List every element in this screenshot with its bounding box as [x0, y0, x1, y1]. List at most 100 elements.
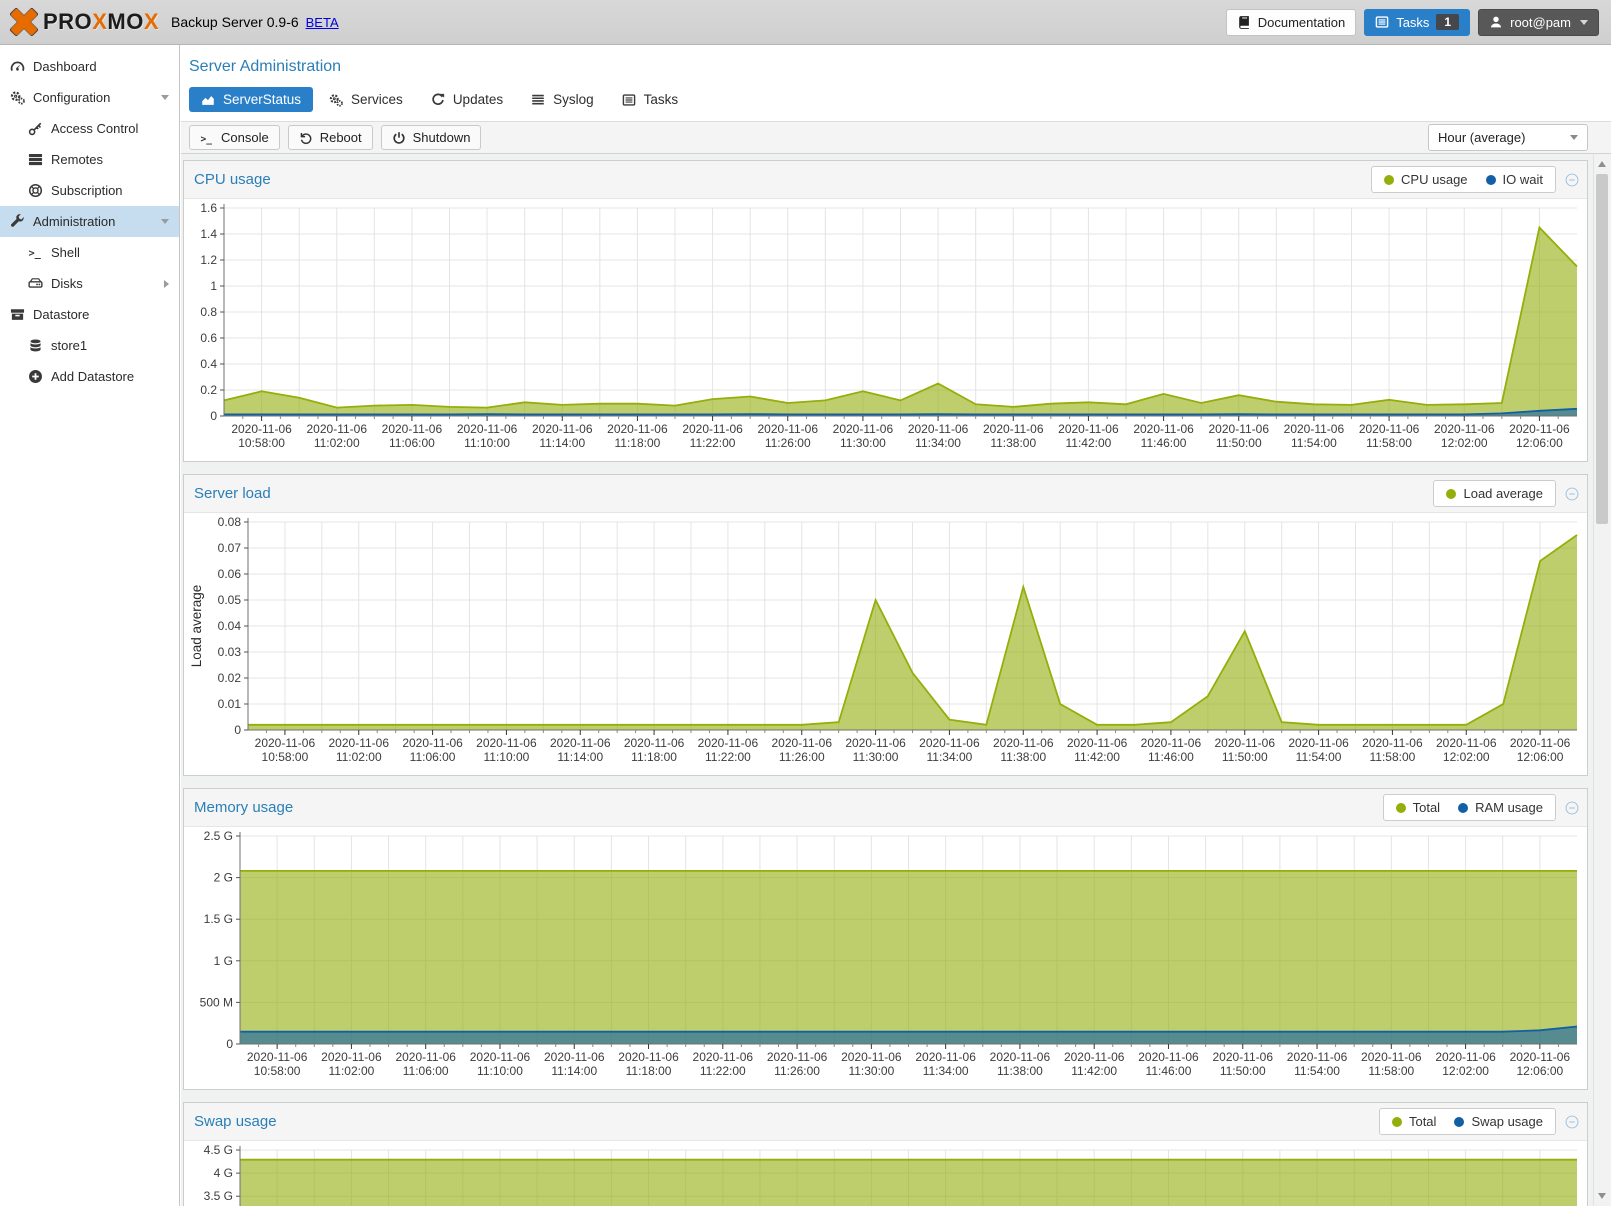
charts-scroll-area: CPU usageCPU usageIO wait00.20.40.60.811… — [181, 154, 1611, 1206]
legend-label: Total — [1409, 1114, 1436, 1129]
svg-text:11:22:00: 11:22:00 — [690, 436, 736, 450]
svg-text:2020-11-06: 2020-11-06 — [772, 736, 833, 750]
svg-text:11:02:00: 11:02:00 — [336, 750, 382, 764]
svg-text:2020-11-06: 2020-11-06 — [1064, 1050, 1125, 1064]
svg-text:0: 0 — [210, 409, 217, 423]
tab-label: Syslog — [553, 92, 594, 107]
svg-text:2020-11-06: 2020-11-06 — [1362, 736, 1423, 750]
tasks-button[interactable]: Tasks 1 — [1364, 9, 1470, 36]
svg-text:11:14:00: 11:14:00 — [539, 436, 585, 450]
tab-serverstatus[interactable]: ServerStatus — [189, 87, 313, 112]
svg-text:0: 0 — [226, 1037, 233, 1051]
tab-tasks[interactable]: Tasks — [610, 87, 691, 112]
svg-text:2020-11-06: 2020-11-06 — [476, 736, 537, 750]
sidebar-item-store1[interactable]: store1 — [0, 330, 179, 361]
sidebar-item-dashboard[interactable]: Dashboard — [0, 51, 179, 82]
task-list-icon — [1375, 15, 1389, 29]
hdd-icon — [28, 276, 43, 291]
tasks-label: Tasks — [1396, 15, 1429, 30]
svg-text:11:06:00: 11:06:00 — [410, 750, 456, 764]
legend-item-swap-usage: Swap usage — [1454, 1114, 1543, 1129]
tab-syslog[interactable]: Syslog — [519, 87, 606, 112]
panel-header: Swap usageTotalSwap usage — [184, 1103, 1587, 1141]
console-button[interactable]: >_ Console — [189, 125, 280, 150]
svg-text:2020-11-06: 2020-11-06 — [1284, 422, 1345, 436]
svg-text:1 G: 1 G — [214, 954, 233, 968]
sidebar-item-add-datastore[interactable]: Add Datastore — [0, 361, 179, 392]
svg-text:1.6: 1.6 — [200, 201, 217, 215]
svg-text:2020-11-06: 2020-11-06 — [1509, 422, 1570, 436]
legend-item-load-average: Load average — [1446, 486, 1543, 501]
svg-text:2020-11-06: 2020-11-06 — [1209, 422, 1270, 436]
collapse-panel-icon[interactable] — [1565, 173, 1579, 187]
sidebar-item-disks[interactable]: Disks — [0, 268, 179, 299]
documentation-button[interactable]: Documentation — [1226, 9, 1356, 36]
svg-text:11:10:00: 11:10:00 — [464, 436, 510, 450]
reboot-label: Reboot — [320, 130, 362, 145]
sidebar-item-subscription[interactable]: Subscription — [0, 175, 179, 206]
collapse-panel-icon[interactable] — [1565, 1115, 1579, 1129]
scroll-down-arrow[interactable] — [1594, 1188, 1610, 1204]
svg-text:11:14:00: 11:14:00 — [551, 1064, 597, 1078]
sidebar-item-shell[interactable]: >_Shell — [0, 237, 179, 268]
collapse-panel-icon[interactable] — [1565, 801, 1579, 815]
svg-text:11:18:00: 11:18:00 — [626, 1064, 672, 1078]
proxmox-x-icon — [8, 7, 40, 37]
shutdown-button[interactable]: Shutdown — [381, 125, 482, 150]
svg-text:2020-11-06: 2020-11-06 — [1510, 1050, 1571, 1064]
svg-text:11:30:00: 11:30:00 — [853, 750, 899, 764]
svg-text:11:38:00: 11:38:00 — [1000, 750, 1046, 764]
svg-text:2020-11-06: 2020-11-06 — [758, 422, 819, 436]
svg-text:2020-11-06: 2020-11-06 — [767, 1050, 828, 1064]
brand-wordmark: PROXMOX — [43, 9, 159, 35]
sidebar-nav: DashboardConfigurationAccess ControlRemo… — [0, 45, 180, 1206]
sidebar-item-administration[interactable]: Administration — [0, 206, 179, 237]
user-menu-button[interactable]: root@pam — [1478, 9, 1599, 36]
time-range-select[interactable]: Hour (average) — [1428, 124, 1588, 151]
svg-text:0.04: 0.04 — [218, 619, 242, 633]
svg-text:2020-11-06: 2020-11-06 — [1359, 422, 1420, 436]
chart-cpu-usage: 00.20.40.60.811.21.41.62020-11-0610:58:0… — [184, 199, 1587, 461]
svg-text:11:06:00: 11:06:00 — [403, 1064, 449, 1078]
svg-text:2020-11-06: 2020-11-06 — [833, 422, 894, 436]
svg-text:10:58:00: 10:58:00 — [254, 1064, 301, 1078]
chevron-down-icon — [161, 219, 169, 224]
vertical-scrollbar[interactable] — [1593, 154, 1611, 1206]
svg-text:2020-11-06: 2020-11-06 — [682, 422, 743, 436]
scrollbar-thumb[interactable] — [1596, 174, 1608, 524]
svg-text:11:02:00: 11:02:00 — [314, 436, 360, 450]
svg-text:11:18:00: 11:18:00 — [615, 436, 661, 450]
svg-text:2020-11-06: 2020-11-06 — [231, 422, 292, 436]
svg-text:2020-11-06: 2020-11-06 — [470, 1050, 531, 1064]
beta-link[interactable]: BETA — [306, 15, 339, 30]
legend-item-total: Total — [1392, 1114, 1436, 1129]
svg-text:12:02:00: 12:02:00 — [1442, 1064, 1489, 1078]
documentation-label: Documentation — [1258, 15, 1345, 30]
sidebar-item-label: Shell — [51, 245, 80, 260]
legend-item-io-wait: IO wait — [1486, 172, 1543, 187]
sidebar-item-configuration[interactable]: Configuration — [0, 82, 179, 113]
scroll-up-arrow[interactable] — [1594, 156, 1610, 172]
sidebar-item-remotes[interactable]: Remotes — [0, 144, 179, 175]
tasks-count-badge: 1 — [1436, 14, 1459, 30]
plus-icon — [28, 369, 43, 384]
brand-letter: MO — [107, 9, 143, 34]
reboot-button[interactable]: Reboot — [288, 125, 373, 150]
tab-services[interactable]: Services — [317, 87, 415, 112]
svg-text:2020-11-06: 2020-11-06 — [915, 1050, 976, 1064]
svg-text:11:58:00: 11:58:00 — [1366, 436, 1412, 450]
sidebar-item-access-control[interactable]: Access Control — [0, 113, 179, 144]
collapse-panel-icon[interactable] — [1565, 487, 1579, 501]
svg-text:11:26:00: 11:26:00 — [774, 1064, 820, 1078]
svg-text:11:50:00: 11:50:00 — [1220, 1064, 1266, 1078]
console-label: Console — [221, 130, 269, 145]
panel-header: Server loadLoad average — [184, 475, 1587, 513]
svg-text:2020-11-06: 2020-11-06 — [908, 422, 969, 436]
tab-updates[interactable]: Updates — [419, 87, 515, 112]
svg-text:11:26:00: 11:26:00 — [779, 750, 825, 764]
chevron-down-icon — [161, 95, 169, 100]
sidebar-item-datastore[interactable]: Datastore — [0, 299, 179, 330]
chevron-down-icon — [1580, 20, 1588, 25]
svg-text:2020-11-06: 2020-11-06 — [624, 736, 685, 750]
legend-dot-icon — [1392, 1117, 1402, 1127]
